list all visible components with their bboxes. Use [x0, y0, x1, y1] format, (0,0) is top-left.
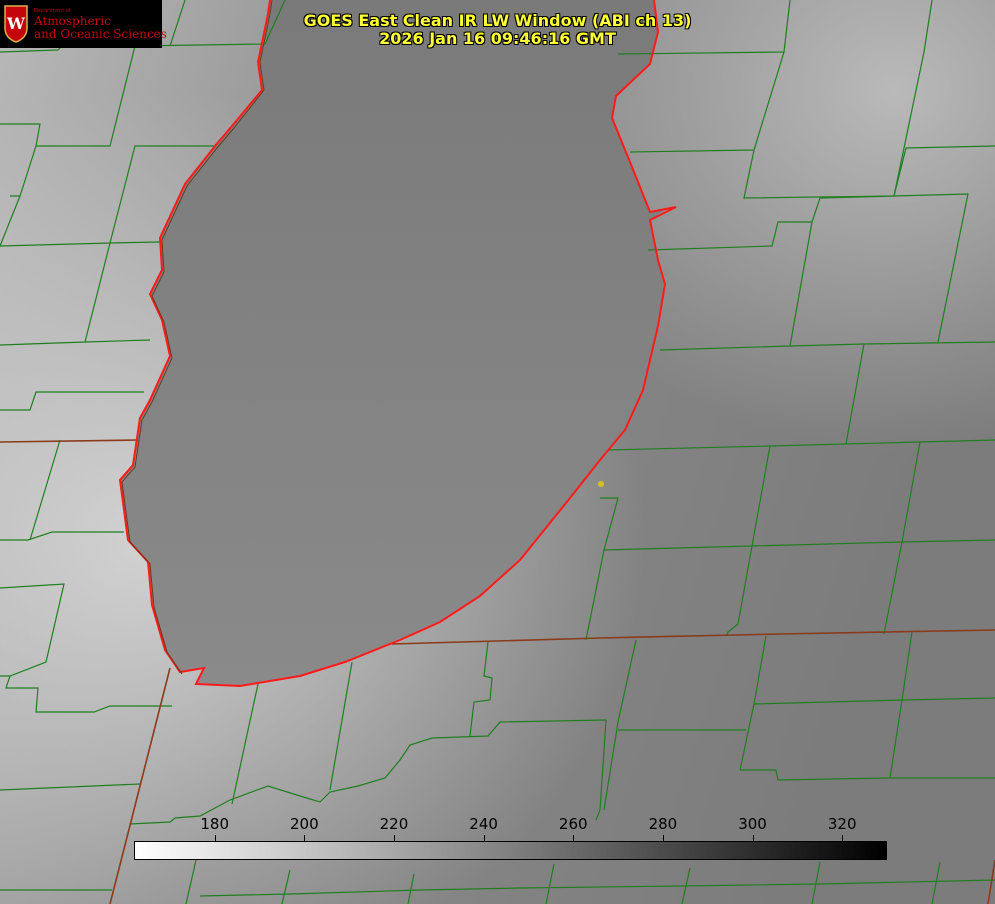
colorbar-tick-label: 320 [827, 815, 857, 833]
colorbar-tick-label: 260 [558, 815, 588, 833]
colorbar-tick-mark [752, 835, 754, 841]
image-title: GOES East Clean IR LW Window (ABI ch 13) [303, 11, 692, 30]
colorbar-tick-mark [483, 835, 485, 841]
location-marker [598, 481, 604, 487]
colorbar-tick-mark [214, 835, 216, 841]
colorbar-tick-label: 300 [738, 815, 767, 833]
colorbar-tick-label: 280 [648, 815, 678, 833]
colorbar-tick-label: 180 [200, 815, 229, 833]
colorbar-tick-mark [662, 835, 664, 841]
colorbar-tick-label: 240 [469, 815, 498, 833]
satellite-image-viewer: W Department of Atmospheric and Oceanic … [0, 0, 995, 904]
temperature-colorbar [134, 841, 887, 860]
colorbar-tick-mark [573, 835, 575, 841]
colorbar-tick-mark [842, 835, 844, 841]
colorbar-tick-label: 200 [289, 815, 319, 833]
image-timestamp: 2026 Jan 16 09:46:16 GMT [379, 29, 616, 48]
infrared-satellite-map [0, 0, 995, 904]
colorbar-tick-mark [304, 835, 306, 841]
colorbar-tick-label: 220 [379, 815, 409, 833]
colorbar-tick-mark [393, 835, 395, 841]
